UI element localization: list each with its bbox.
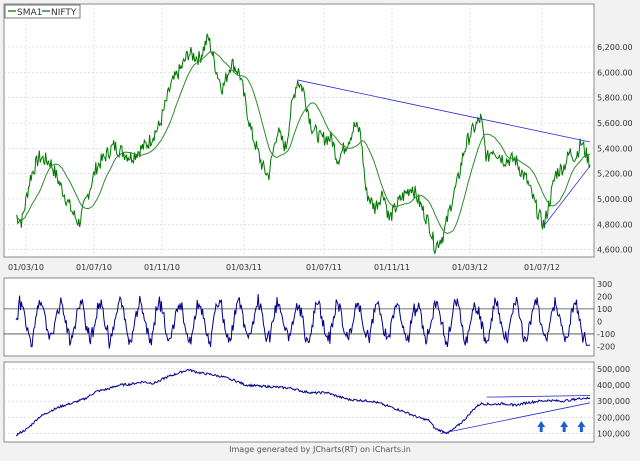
volume-y-tick: 500,000 xyxy=(597,365,630,374)
price-x-tick: 01/11/10 xyxy=(144,263,180,272)
footer-credit: Image generated by JCharts(RT) on iChart… xyxy=(229,445,411,454)
price-x-tick: 01/03/11 xyxy=(226,263,262,272)
chart-svg: 4,600.00 4,800.00 5,000.00 5,200.00 5,400.00… xyxy=(0,0,640,457)
volume-y-tick: 300,000 xyxy=(597,397,630,406)
price-x-tick: 01/07/10 xyxy=(76,263,112,272)
volume-y-tick: 100,000 xyxy=(597,430,630,439)
price-x-tick: 01/07/11 xyxy=(306,263,342,272)
oscillator-y-tick: 0 xyxy=(597,317,602,326)
price-y-tick: 4,800.00 xyxy=(597,220,633,229)
price-y-tick: 4,600.00 xyxy=(597,246,633,255)
legend-label-sma1: SMA1 xyxy=(17,8,42,18)
price-y-tick: 5,200.00 xyxy=(597,170,633,179)
price-y-tick: 5,600.00 xyxy=(597,119,633,128)
oscillator-y-tick: 300 xyxy=(597,280,612,289)
oscillator-y-tick: -100 xyxy=(597,330,615,339)
price-y-tick: 5,400.00 xyxy=(597,144,633,153)
oscillator-y-tick: -200 xyxy=(597,342,615,351)
price-y-tick: 5,800.00 xyxy=(597,94,633,103)
volume-panel xyxy=(3,361,595,443)
price-x-tick: 01/07/12 xyxy=(524,263,560,272)
oscillator-panel xyxy=(3,277,595,357)
price-x-tick: 01/03/12 xyxy=(452,263,488,272)
oscillator-y-tick: 100 xyxy=(597,305,612,314)
chart-window: 4,600.00 4,800.00 5,000.00 5,200.00 5,400.00… xyxy=(0,0,640,457)
volume-y-tick: 200,000 xyxy=(597,413,630,422)
price-y-ticks: 4,600.00 4,800.00 5,000.00 5,200.00 5,400.00… xyxy=(597,43,633,255)
legend: SMA1 NIFTY xyxy=(4,4,81,19)
price-y-tick: 6,000.00 xyxy=(597,68,633,77)
oscillator-y-tick: 200 xyxy=(597,292,612,301)
price-y-tick: 6,200.00 xyxy=(597,43,633,52)
price-x-tick: 01/03/10 xyxy=(8,263,44,272)
volume-y-tick: 400,000 xyxy=(597,381,630,390)
price-y-tick: 5,000.00 xyxy=(597,195,633,204)
price-x-tick: 01/11/11 xyxy=(374,263,410,272)
price-panel xyxy=(3,3,595,258)
legend-label-nifty: NIFTY xyxy=(51,8,77,18)
